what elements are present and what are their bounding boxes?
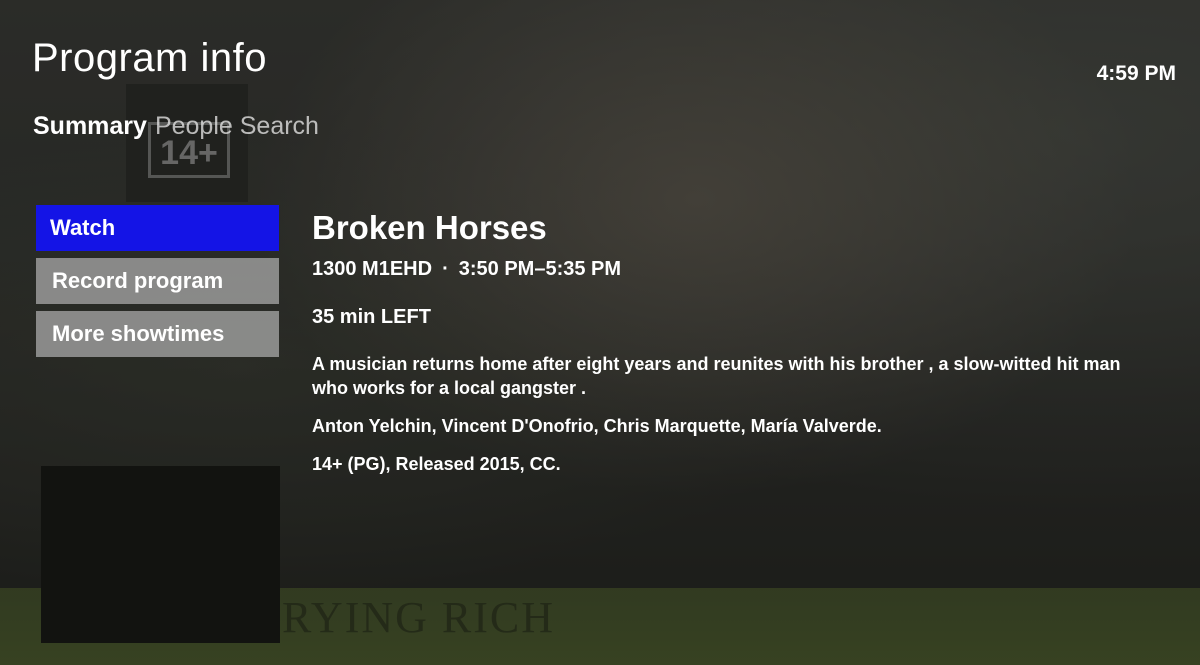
- tab-summary[interactable]: Summary: [33, 112, 151, 141]
- program-info-screen: RYING RICH 14+ Program info 4:59 PM Summ…: [0, 0, 1200, 665]
- program-description: A musician returns home after eight year…: [312, 354, 1121, 398]
- action-menu: Watch Record program More showtimes: [36, 205, 279, 364]
- page-title: Program info: [32, 36, 267, 80]
- time-remaining: 35 min LEFT: [312, 306, 431, 328]
- program-title: Broken Horses: [312, 209, 547, 246]
- airtime-label: 3:50 PM–5:35 PM: [458, 258, 622, 280]
- channel-label: 1300 M1EHD: [312, 258, 433, 280]
- clock: 4:59 PM: [1096, 62, 1176, 85]
- rating-release-info: 14+ (PG), Released 2015, CC.: [312, 454, 561, 474]
- video-preview-box: [41, 466, 280, 643]
- tab-people-search[interactable]: People Search: [155, 112, 323, 141]
- more-showtimes-button[interactable]: More showtimes: [36, 311, 279, 357]
- record-program-button[interactable]: Record program: [36, 258, 279, 304]
- channel-time-line: 1300 M1EHD · 3:50 PM–5:35 PM: [312, 256, 1172, 282]
- tab-bar: Summary People Search: [33, 112, 323, 141]
- cast-list: Anton Yelchin, Vincent D'Onofrio, Chris …: [312, 416, 882, 436]
- watch-button[interactable]: Watch: [36, 205, 279, 251]
- meta-separator: ·: [442, 258, 449, 280]
- program-details: Broken Horses 1300 M1EHD · 3:50 PM–5:35 …: [312, 206, 1172, 476]
